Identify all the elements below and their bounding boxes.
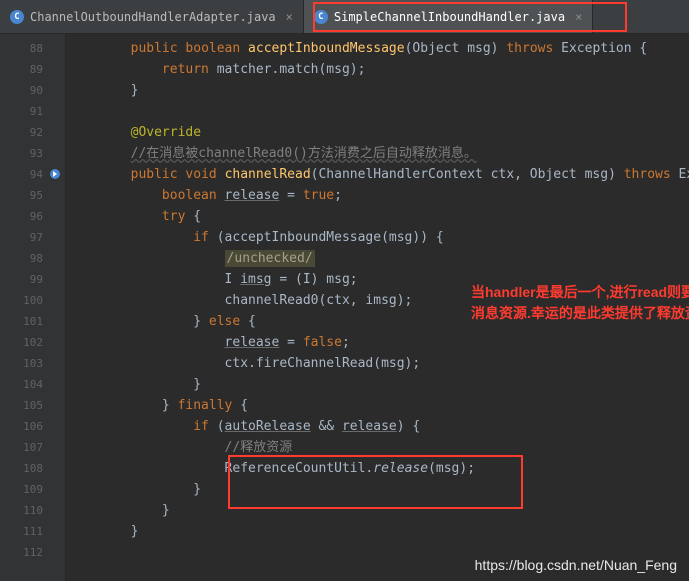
line-number: 105 <box>0 395 65 416</box>
line-number: 110 <box>0 500 65 521</box>
class-icon: C <box>314 10 328 24</box>
line-number-gutter: 88 89 90 91 92 93 94 95 96 97 98 99 100 … <box>0 34 66 581</box>
line-number: 96 <box>0 206 65 227</box>
line-number: 109 <box>0 479 65 500</box>
line-number: 107 <box>0 437 65 458</box>
editor-tabs: C ChannelOutboundHandlerAdapter.java × C… <box>0 0 689 34</box>
tab-label: ChannelOutboundHandlerAdapter.java <box>30 10 276 24</box>
line-number: 91 <box>0 101 65 122</box>
line-number: 93 <box>0 143 65 164</box>
close-icon[interactable]: × <box>286 10 293 24</box>
line-number: 104 <box>0 374 65 395</box>
line-number: 101 <box>0 311 65 332</box>
line-number: 94 <box>0 164 65 185</box>
line-number: 90 <box>0 80 65 101</box>
tab-label: SimpleChannelInboundHandler.java <box>334 10 565 24</box>
code-content[interactable]: public boolean acceptInboundMessage(Obje… <box>66 34 689 581</box>
line-number: 111 <box>0 521 65 542</box>
line-number: 103 <box>0 353 65 374</box>
line-number: 99 <box>0 269 65 290</box>
line-number: 112 <box>0 542 65 563</box>
line-number: 97 <box>0 227 65 248</box>
line-number: 92 <box>0 122 65 143</box>
tab-simple-channel-inbound[interactable]: C SimpleChannelInboundHandler.java × <box>304 0 593 33</box>
line-number: 88 <box>0 38 65 59</box>
annotation-callout: 当handler是最后一个,进行read则要释放消息资源.幸运的是此类提供了释放… <box>471 282 689 324</box>
close-icon[interactable]: × <box>575 10 582 24</box>
line-number: 95 <box>0 185 65 206</box>
line-number: 106 <box>0 416 65 437</box>
line-number: 102 <box>0 332 65 353</box>
line-number: 98 <box>0 248 65 269</box>
line-number: 108 <box>0 458 65 479</box>
editor-area: 88 89 90 91 92 93 94 95 96 97 98 99 100 … <box>0 34 689 581</box>
class-icon: C <box>10 10 24 24</box>
tab-channel-outbound[interactable]: C ChannelOutboundHandlerAdapter.java × <box>0 0 304 33</box>
watermark-text: https://blog.csdn.net/Nuan_Feng <box>475 557 677 573</box>
line-number: 100 <box>0 290 65 311</box>
override-icon[interactable] <box>49 168 61 180</box>
line-number: 89 <box>0 59 65 80</box>
